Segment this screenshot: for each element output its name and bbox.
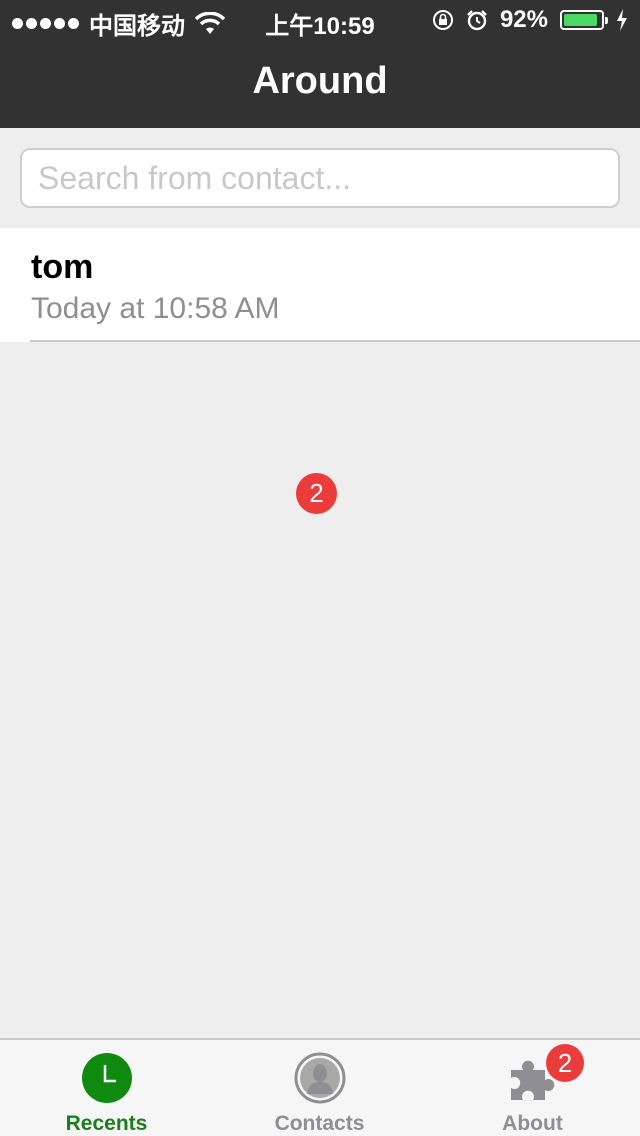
list-item[interactable]: tom Today at 10:58 AM 2 [0,228,640,514]
search-box [20,148,620,208]
contact-name: tom [31,248,94,286]
tab-recents-label: Recents [65,1112,148,1135]
divider [30,340,640,342]
status-bar: 中国移动 上午10:59 92% [0,0,640,40]
tab-bar: Recents Contacts About [0,1038,640,1136]
charging-bolt-icon [617,9,627,31]
search-input[interactable] [22,150,618,206]
tab-contacts-label: Contacts [274,1112,365,1135]
tab-about[interactable]: About [426,1040,639,1136]
clock-icon [82,1053,132,1103]
tab-recents[interactable]: Recents [0,1040,213,1136]
tab-about-label: About [502,1112,563,1135]
recents-list: tom Today at 10:58 AM 2 [0,228,640,514]
page-title: Around [252,60,388,102]
alarm-icon [467,10,487,31]
battery-icon [560,10,608,30]
contact-last-seen: Today at 10:58 AM [31,292,280,325]
tab-contacts[interactable]: Contacts [213,1040,426,1136]
unread-badge: 2 [296,473,337,514]
tab-about-badge: 2 [546,1044,584,1082]
person-icon [294,1052,346,1104]
rotation-lock-icon [432,10,453,30]
top-bar: 中国移动 上午10:59 92% Around [0,0,640,128]
battery-percent: 92% [499,6,548,33]
